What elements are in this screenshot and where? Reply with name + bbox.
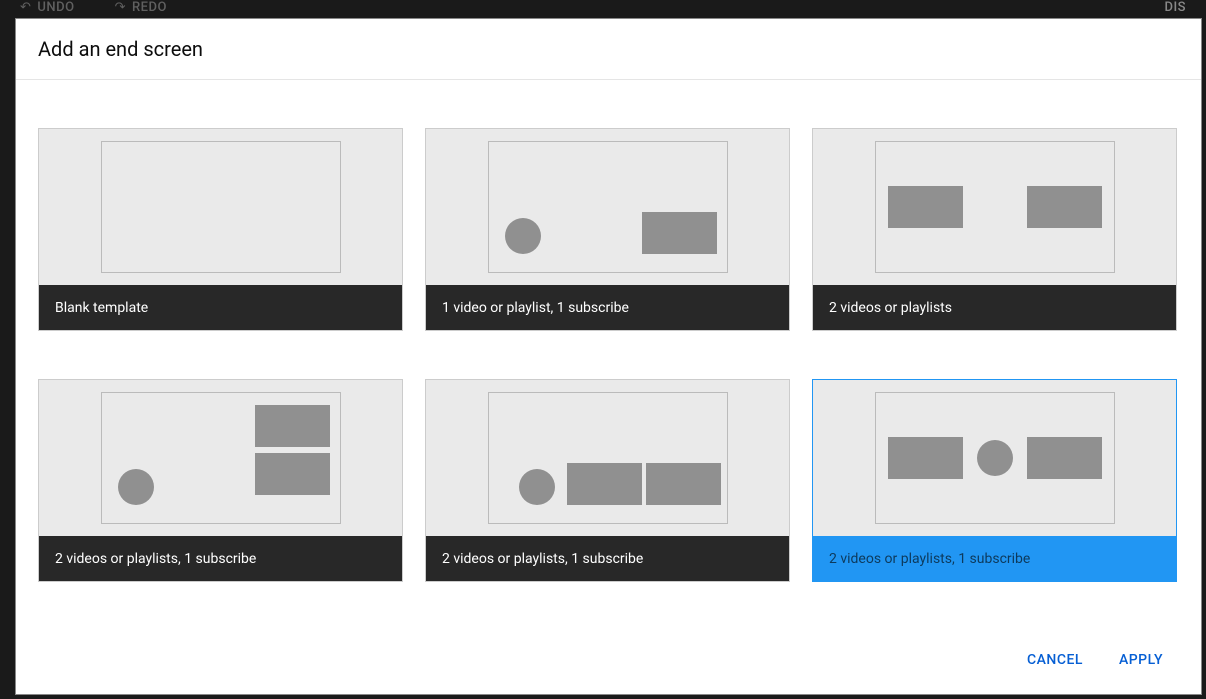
- subscribe-circle-icon: [505, 218, 541, 254]
- template-2videos-stacked-1sub[interactable]: 2 videos or playlists, 1 subscribe: [38, 379, 403, 582]
- cancel-button[interactable]: CANCEL: [1023, 644, 1087, 676]
- template-1video-1sub[interactable]: 1 video or playlist, 1 subscribe: [425, 128, 790, 331]
- discard-partial: DIS: [1164, 0, 1186, 15]
- video-rect-icon: [255, 405, 330, 447]
- redo-button[interactable]: ↷ REDO: [115, 0, 167, 15]
- redo-arrow-icon: ↷: [115, 0, 126, 15]
- dialog-footer: CANCEL APPLY: [16, 630, 1201, 694]
- undo-arrow-icon: ↶: [20, 0, 31, 15]
- video-rect-icon: [888, 186, 963, 228]
- template-preview: [813, 380, 1176, 536]
- top-toolbar: ↶ UNDO ↷ REDO DIS: [0, 0, 1206, 18]
- preview-canvas: [875, 141, 1115, 273]
- dialog-body: Blank template 1 video or playlist, 1 su…: [16, 80, 1201, 630]
- video-rect-icon: [255, 453, 330, 495]
- template-label: 2 videos or playlists, 1 subscribe: [426, 536, 789, 581]
- subscribe-circle-icon: [519, 469, 555, 505]
- apply-button[interactable]: APPLY: [1115, 644, 1167, 676]
- template-blank[interactable]: Blank template: [38, 128, 403, 331]
- template-label: 2 videos or playlists, 1 subscribe: [39, 536, 402, 581]
- video-rect-icon: [888, 437, 963, 479]
- template-label: 2 videos or playlists: [813, 285, 1176, 330]
- dialog-header: Add an end screen: [16, 19, 1201, 80]
- template-preview: [426, 380, 789, 536]
- preview-canvas: [488, 141, 728, 273]
- end-screen-dialog: Add an end screen Blank template 1 video: [15, 18, 1202, 695]
- undo-label: UNDO: [37, 0, 74, 15]
- template-preview: [39, 129, 402, 285]
- preview-canvas: [101, 392, 341, 524]
- preview-canvas: [875, 392, 1115, 524]
- preview-canvas: [101, 141, 341, 273]
- template-2videos[interactable]: 2 videos or playlists: [812, 128, 1177, 331]
- video-rect-icon: [646, 463, 721, 505]
- video-rect-icon: [1027, 437, 1102, 479]
- video-rect-icon: [567, 463, 642, 505]
- template-label: Blank template: [39, 285, 402, 330]
- template-1sub-2videos-row[interactable]: 2 videos or playlists, 1 subscribe: [425, 379, 790, 582]
- dialog-title: Add an end screen: [38, 37, 1179, 61]
- template-preview: [39, 380, 402, 536]
- template-label: 1 video or playlist, 1 subscribe: [426, 285, 789, 330]
- subscribe-circle-icon: [977, 440, 1013, 476]
- video-rect-icon: [642, 212, 717, 254]
- video-rect-icon: [1027, 186, 1102, 228]
- template-preview: [813, 129, 1176, 285]
- redo-label: REDO: [132, 0, 167, 15]
- template-grid: Blank template 1 video or playlist, 1 su…: [38, 128, 1179, 582]
- template-preview: [426, 129, 789, 285]
- template-video-sub-video[interactable]: 2 videos or playlists, 1 subscribe: [812, 379, 1177, 582]
- undo-button[interactable]: ↶ UNDO: [20, 0, 75, 15]
- subscribe-circle-icon: [118, 469, 154, 505]
- preview-canvas: [488, 392, 728, 524]
- template-label: 2 videos or playlists, 1 subscribe: [813, 536, 1176, 581]
